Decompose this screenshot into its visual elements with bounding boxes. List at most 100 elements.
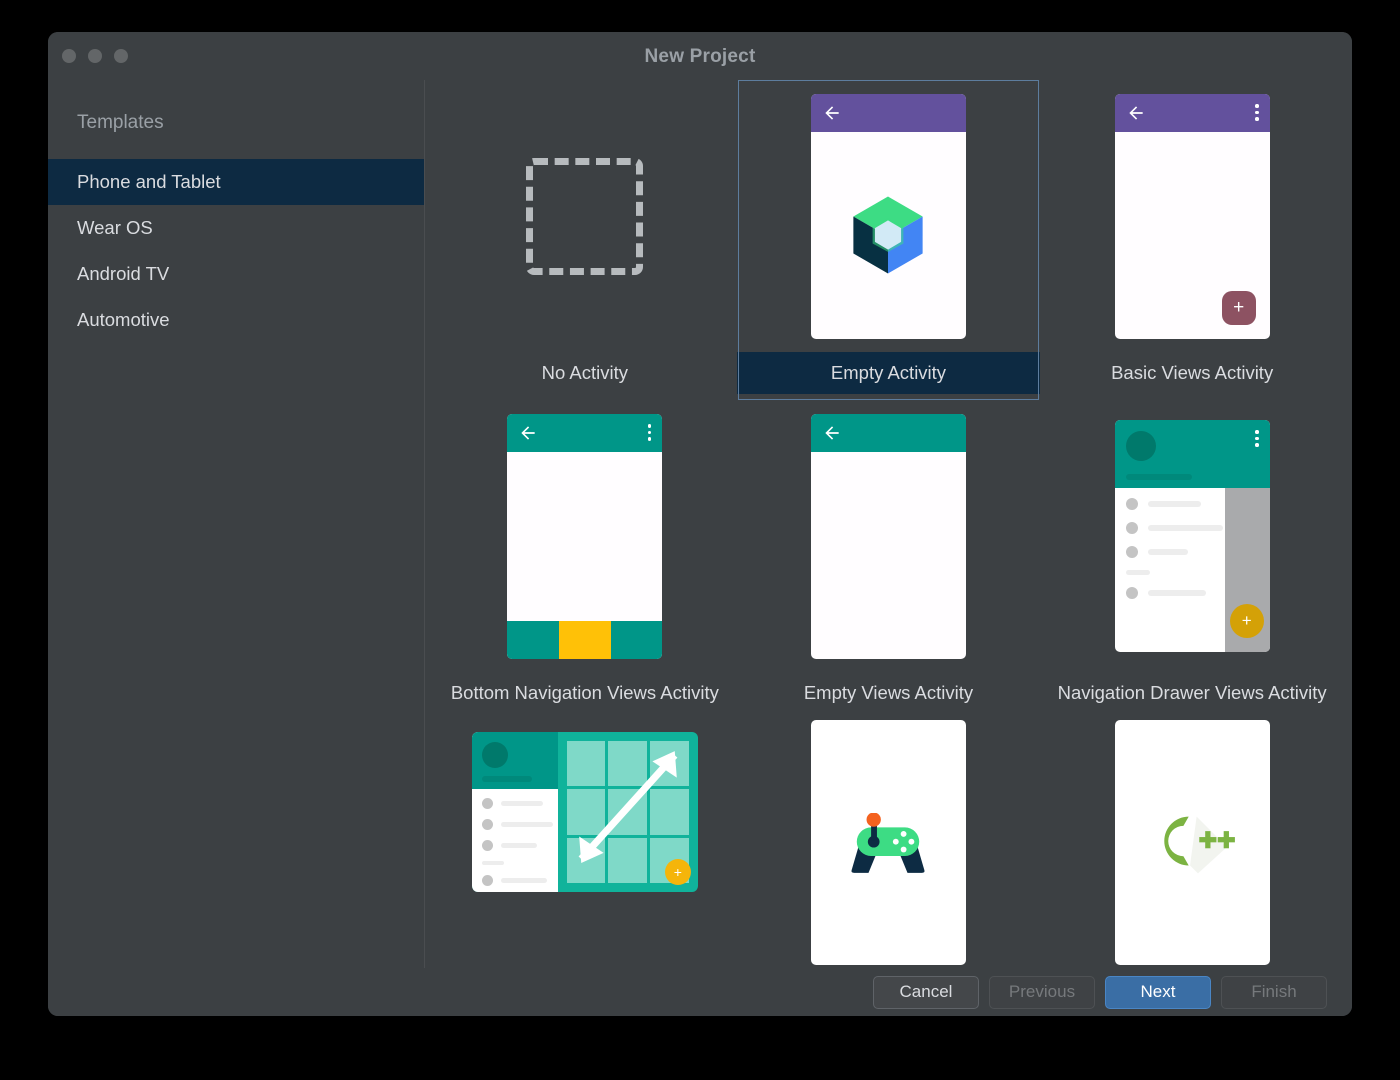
template-grid: No Activity Empty Activity + Basic Views…: [425, 80, 1352, 968]
list-item-icon: [1125, 546, 1138, 558]
list-item-text: [1147, 549, 1188, 555]
template-card-no-activity[interactable]: No Activity: [433, 80, 737, 400]
list-item-icon: [481, 819, 493, 830]
template-thumbnail: [1040, 720, 1344, 968]
back-arrow-icon: [825, 425, 839, 440]
template-thumbnail: +: [1040, 400, 1344, 672]
back-arrow-icon: [1128, 105, 1143, 120]
phone-mock: [810, 413, 966, 659]
list-item-icon: [1125, 522, 1138, 534]
bottom-nav-item-active: [559, 620, 611, 659]
floating-action-button-icon: +: [1229, 604, 1264, 638]
resize-diagonal-arrow-icon: [578, 751, 678, 863]
template-card-navigation-drawer-views-activity[interactable]: + Navigation Drawer Views Activity: [1040, 400, 1344, 720]
sidebar-list: Phone and Tablet Wear OS Android TV Auto…: [48, 159, 424, 343]
bottom-nav-item: [610, 620, 663, 659]
template-thumbnail: [737, 80, 1041, 352]
template-card-native-cpp[interactable]: [1040, 720, 1344, 968]
responsive-layout-mock: +: [471, 732, 698, 892]
template-thumbnail: +: [1040, 80, 1344, 352]
list-item-icon: [481, 840, 493, 851]
template-thumbnail: [433, 80, 737, 352]
phone-mock: [1114, 720, 1270, 965]
dialog-footer: Cancel Previous Next Finish: [48, 968, 1352, 1016]
list-item: [481, 798, 558, 809]
template-label: Empty Activity: [736, 352, 1041, 394]
dialog-body: Templates Phone and Tablet Wear OS Andro…: [48, 80, 1352, 968]
avatar: [1125, 431, 1156, 461]
list-item: [481, 840, 558, 851]
drawer-header: [1114, 420, 1270, 488]
template-card-empty-views-activity[interactable]: Empty Views Activity: [737, 400, 1041, 720]
template-card-responsive-activity[interactable]: +: [433, 720, 737, 968]
sidebar-item-phone-and-tablet[interactable]: Phone and Tablet: [48, 159, 424, 205]
list-item-text: [1147, 525, 1223, 531]
phone-mock: [507, 413, 663, 659]
sidebar-item-wear-os[interactable]: Wear OS: [48, 205, 424, 251]
template-card-game-activity[interactable]: [737, 720, 1041, 968]
app-bar: [507, 413, 663, 452]
overflow-menu-icon: [647, 424, 652, 441]
new-project-dialog: New Project Templates Phone and Tablet W…: [48, 32, 1352, 1016]
list-item-text: [500, 843, 537, 848]
sidebar-item-label: Wear OS: [77, 217, 153, 238]
list-item-text: [500, 801, 543, 806]
template-label: Empty Views Activity: [803, 682, 974, 703]
drawer-name-placeholder: [481, 776, 532, 782]
template-label: Basic Views Activity: [1111, 362, 1274, 383]
bottom-navigation-bar: [507, 620, 663, 659]
floating-action-button-icon: +: [664, 859, 691, 885]
list-item-text: [500, 878, 547, 883]
avatar: [481, 742, 508, 768]
drawer-item-list: [472, 789, 558, 886]
list-item-icon: [1125, 587, 1138, 599]
content-panel: +: [558, 732, 698, 892]
floating-action-button-icon: +: [1221, 290, 1256, 325]
app-bar: [1114, 93, 1270, 132]
template-card-empty-activity[interactable]: Empty Activity: [736, 80, 1041, 400]
template-label: Bottom Navigation Views Activity: [450, 682, 719, 703]
drawer-header: [471, 732, 558, 789]
sidebar-item-label: Automotive: [77, 309, 170, 330]
drawer-name-placeholder: [1125, 474, 1192, 480]
divider: [1125, 570, 1150, 575]
overflow-menu-icon: [1255, 104, 1259, 121]
sidebar-item-android-tv[interactable]: Android TV: [48, 251, 424, 297]
bottom-nav-item: [507, 620, 559, 659]
sidebar-heading: Templates: [77, 112, 164, 133]
back-arrow-icon: [825, 105, 839, 120]
title-bar: New Project: [48, 32, 1352, 80]
divider: [481, 861, 504, 865]
template-card-basic-views-activity[interactable]: + Basic Views Activity: [1040, 80, 1344, 400]
sidebar: Templates Phone and Tablet Wear OS Andro…: [48, 80, 425, 968]
list-item-text: [500, 822, 553, 827]
list-item-icon: [1125, 498, 1138, 510]
template-card-bottom-navigation-views-activity[interactable]: Bottom Navigation Views Activity: [433, 400, 737, 720]
jetpack-compose-logo-icon: [853, 196, 924, 274]
nav-drawer-mock: +: [1114, 420, 1270, 652]
next-button[interactable]: Next: [1105, 975, 1211, 1009]
cpp-logo-icon: [1164, 816, 1236, 873]
template-thumbnail: [737, 720, 1041, 968]
template-label: Navigation Drawer Views Activity: [1057, 682, 1327, 703]
phone-mock: [810, 93, 966, 339]
cancel-button[interactable]: Cancel: [873, 975, 979, 1009]
template-thumbnail: [737, 400, 1041, 672]
finish-button[interactable]: Finish: [1221, 975, 1327, 1009]
phone-mock: +: [1114, 93, 1270, 339]
template-label: No Activity: [541, 362, 628, 383]
list-item-icon: [481, 798, 493, 809]
template-gallery: No Activity Empty Activity + Basic Views…: [425, 80, 1352, 968]
previous-button[interactable]: Previous: [989, 975, 1095, 1009]
dashed-square-icon: [526, 157, 644, 275]
game-controller-icon: [851, 812, 925, 873]
list-item: [481, 819, 558, 830]
list-item-text: [1147, 590, 1206, 596]
sidebar-item-automotive[interactable]: Automotive: [48, 297, 424, 343]
phone-mock: [810, 720, 966, 965]
list-item: [481, 875, 558, 886]
sidebar-item-label: Android TV: [77, 263, 170, 284]
drawer-panel: [471, 732, 558, 892]
list-item-text: [1147, 501, 1201, 507]
screen: New Project Templates Phone and Tablet W…: [0, 0, 1400, 1080]
